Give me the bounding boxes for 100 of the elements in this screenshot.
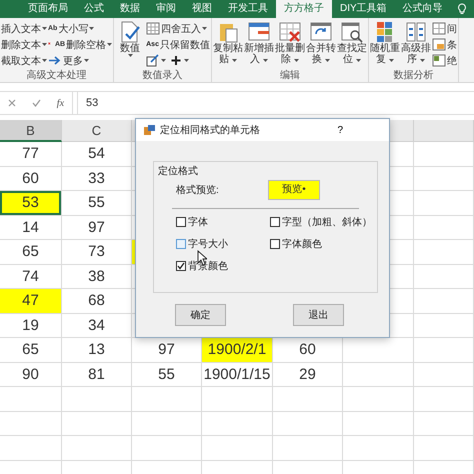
ribbon-tab[interactable]: 页面布局 [20,0,76,18]
ribbon-button[interactable]: 插入文本 [1,21,47,36]
table-cell: 1900/2/1 [202,338,273,362]
table-cell: 65 [0,338,62,362]
ribbon-button[interactable]: 复制粘 贴 [212,20,243,69]
table-cell [414,142,474,166]
checkbox[interactable] [176,239,186,249]
table-cell: 19 [0,314,62,338]
table-cell [414,436,474,460]
checkbox-option[interactable]: 字型（加粗、斜体） [270,215,377,229]
table-cell: 38 [62,264,132,289]
document-search-icon [340,21,363,43]
table-cell [343,362,414,387]
ribbon-button[interactable]: 合并转 换 [306,20,336,69]
dialog-button[interactable]: 退出 [293,304,344,326]
group-label: 数据分析 [392,69,434,82]
app-icon [144,125,155,135]
document-check-icon [119,21,142,43]
ribbon-button[interactable]: 四舍五入 [146,21,208,36]
checkbox-label[interactable]: 字体 [188,215,208,229]
table-cell [343,387,414,412]
sort-icon [404,21,427,43]
table-cell [414,412,474,436]
group-label: 高级文本处理 [26,69,88,82]
ribbon-tab[interactable]: 公式向导 [394,0,451,18]
checkbox-label[interactable]: 字号大小 [188,237,228,251]
ribbon-button[interactable]: 间 [432,21,457,36]
table-cell [273,412,343,436]
ribbon-button[interactable]: 截取文本 [1,53,47,68]
table-cell: 68 [62,289,132,314]
ribbon-icon-button[interactable] [146,53,166,68]
table-cell: 74 [0,264,62,289]
ribbon-button[interactable]: 删除文本 [1,37,47,52]
lightbulb-icon[interactable] [456,3,467,15]
table-cell: 65 [0,240,62,264]
table-cell: 34 [62,314,132,338]
table-icon [432,38,446,51]
dialog-button[interactable]: 确定 [175,304,226,326]
check-icon[interactable] [32,99,41,107]
table-cell [202,387,273,412]
checkbox[interactable] [270,217,280,227]
checkbox-option[interactable]: 字号大小 [176,237,270,251]
ribbon-tab[interactable]: 审阅 [148,0,184,18]
table-merge-icon [310,21,332,43]
ribbon-tab[interactable]: 方方格子 [276,0,332,18]
table-cell: 60 [273,338,343,362]
ribbon-button[interactable]: 随机重 复 [370,20,400,69]
ribbon-button[interactable]: 查找定 位 [336,20,367,69]
table-cell: 33 [62,166,132,191]
column-header[interactable]: B [0,120,62,142]
ribbon-tab[interactable]: 开发工具 [220,0,276,18]
checkbox-label[interactable]: 字型（加粗、斜体） [282,215,372,229]
table-cell: 54 [62,142,132,166]
table-cell [414,362,474,387]
checkbox-option[interactable]: 字体 [176,215,270,229]
insert-function-button[interactable]: fx [56,98,64,108]
table-cell: 13 [62,338,132,362]
table-cell [414,289,474,314]
table-cell: 90 [0,362,62,387]
checkbox[interactable] [176,261,186,271]
group-title: 定位格式 [158,164,198,178]
preview-label: 格式预览: [176,184,220,197]
cancel-icon[interactable] [8,99,16,107]
ribbon-button[interactable]: 绝 [432,53,457,68]
table-cell: 55 [132,362,202,387]
ribbon-tab[interactable]: DIY工具箱 [332,0,395,18]
table-cell [202,436,273,460]
ribbon-button[interactable]: 高级排 序 [400,20,431,69]
checkbox-option[interactable]: 字体颜色 [270,237,377,251]
ribbon-button[interactable]: 批量删 除 [274,20,305,69]
ribbon-button[interactable]: 条 [432,37,457,52]
table-cell [132,412,202,436]
table-cell [273,387,343,412]
checkbox[interactable] [270,239,280,249]
table-cell: 77 [0,142,62,166]
ribbon-icon-button[interactable] [169,53,190,68]
table-delete-icon [278,21,301,43]
ribbon-button[interactable]: 更多 [48,53,89,68]
checkbox[interactable] [176,217,186,227]
ribbon-tab[interactable]: 数据 [112,0,148,18]
grid-icon [432,22,446,35]
table-cell: 81 [62,362,132,387]
table-cell: 97 [62,216,132,240]
table-cell [0,387,62,412]
ribbon-tab[interactable]: 公式 [76,0,112,18]
edit-box-icon [146,54,160,67]
table-cell: 14 [0,216,62,240]
table-cell: 53 [0,191,62,216]
help-button[interactable]: ? [335,124,345,136]
ribbon-tab[interactable]: 视图 [184,0,220,18]
table-cell [414,191,474,216]
checkbox-label[interactable]: 字体颜色 [282,237,322,251]
table-cell [202,412,273,436]
group-label: 编辑 [278,69,301,82]
table-cell [62,436,132,460]
ribbon-button[interactable]: 新增插 入 [244,20,274,69]
column-header[interactable]: C [62,120,132,142]
formula-field[interactable]: 53 [77,92,474,114]
ribbon-button[interactable]: 数值 [115,20,146,69]
table-cell: 73 [62,240,132,264]
